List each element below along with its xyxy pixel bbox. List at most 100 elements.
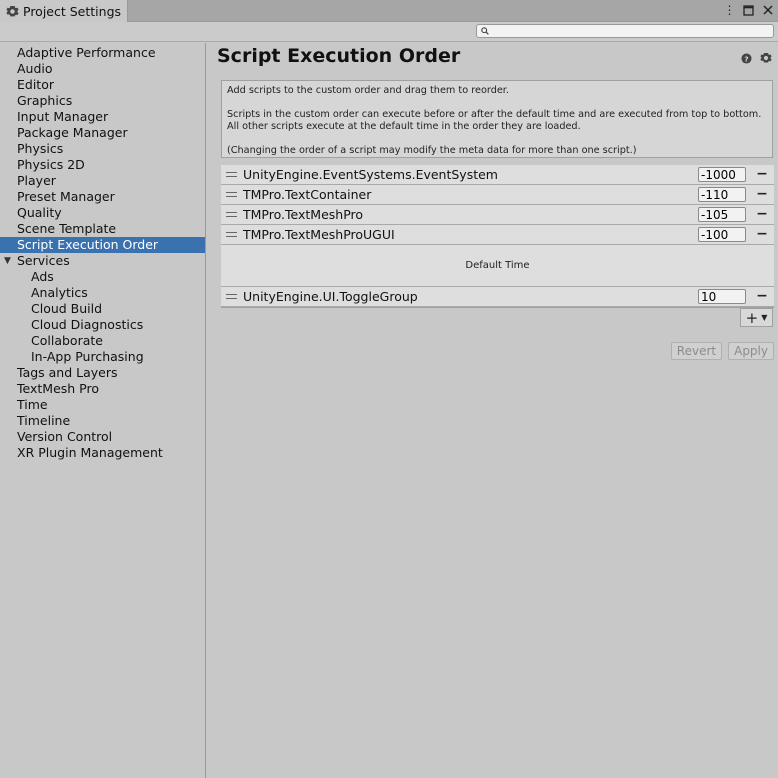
apply-button[interactable]: Apply — [728, 342, 774, 360]
sidebar-item-label: Physics 2D — [17, 157, 85, 172]
gear-icon — [6, 5, 19, 16]
sidebar-item[interactable]: Physics 2D — [0, 157, 205, 173]
sidebar-item[interactable]: Graphics — [0, 93, 205, 109]
search-icon — [481, 27, 489, 35]
sidebar-item-label: Package Manager — [17, 125, 128, 140]
window-controls: ⋮ — [723, 3, 774, 17]
sidebar-item-label: XR Plugin Management — [17, 445, 163, 460]
sidebar-item[interactable]: ▼ Services — [0, 253, 205, 269]
sidebar-item-label: Cloud Build — [31, 301, 103, 316]
script-row[interactable]: UnityEngine.EventSystems.EventSystem − — [221, 165, 774, 185]
sidebar-item[interactable]: Quality — [0, 205, 205, 221]
default-time-label: Default Time — [465, 260, 530, 271]
sidebar-item-label: In-App Purchasing — [31, 349, 144, 364]
footer-buttons: Revert Apply — [670, 342, 774, 360]
sidebar-item[interactable]: Audio — [0, 61, 205, 77]
remove-script-button[interactable]: − — [754, 288, 770, 304]
sidebar-item-label: Preset Manager — [17, 189, 115, 204]
script-name: TMPro.TextMeshProUGUI — [243, 227, 395, 242]
default-time-row: Default Time — [221, 245, 774, 287]
drag-handle-icon[interactable] — [226, 232, 237, 237]
sidebar-item[interactable]: Version Control — [0, 429, 205, 445]
sidebar-item[interactable]: TextMesh Pro — [0, 381, 205, 397]
remove-script-button[interactable]: − — [754, 166, 770, 182]
help-line-2: Scripts in the custom order can execute … — [227, 109, 762, 120]
sidebar-item-label: Analytics — [31, 285, 88, 300]
sidebar-item[interactable]: XR Plugin Management — [0, 445, 205, 461]
dropdown-caret-icon: ▼ — [761, 313, 768, 322]
sidebar-item-label: Graphics — [17, 93, 73, 108]
sidebar-item[interactable]: Player — [0, 173, 205, 189]
execution-order-field[interactable] — [698, 167, 746, 182]
sidebar-item-label: Scene Template — [17, 221, 117, 236]
script-row[interactable]: TMPro.TextMeshPro − — [221, 205, 774, 225]
search-row — [0, 22, 778, 42]
sidebar-item[interactable]: Ads — [0, 269, 205, 285]
sidebar-item[interactable]: Package Manager — [0, 125, 205, 141]
settings-sidebar: Adaptive Performance Audio Editor Graphics I… — [0, 43, 206, 778]
sidebar-item[interactable]: Timeline — [0, 413, 205, 429]
script-order-list: UnityEngine.EventSystems.EventSystem−TMP… — [221, 165, 774, 328]
sidebar-item-label: Editor — [17, 77, 54, 92]
script-row[interactable]: TMPro.TextContainer − — [221, 185, 774, 205]
sidebar-item[interactable]: In-App Purchasing — [0, 349, 205, 365]
sidebar-item[interactable]: Tags and Layers — [0, 365, 205, 381]
help-line-4: (Changing the order of a script may modi… — [227, 145, 637, 156]
sidebar-item-label: Script Execution Order — [17, 237, 159, 252]
help-icon[interactable]: ? — [740, 52, 752, 64]
settings-gear-icon[interactable] — [760, 52, 772, 64]
sidebar-item[interactable]: Cloud Build — [0, 301, 205, 317]
sidebar-item-label: Adaptive Performance — [17, 45, 156, 60]
sidebar-item[interactable]: Script Execution Order — [0, 237, 205, 253]
drag-handle-icon[interactable] — [226, 294, 237, 299]
remove-script-button[interactable]: − — [754, 206, 770, 222]
help-line-3: All other scripts execute at the default… — [227, 121, 581, 132]
execution-order-field[interactable] — [698, 289, 746, 304]
remove-script-button[interactable]: − — [754, 186, 770, 202]
drag-handle-icon[interactable] — [226, 172, 237, 177]
sidebar-item[interactable]: Scene Template — [0, 221, 205, 237]
sidebar-item[interactable]: Time — [0, 397, 205, 413]
close-icon[interactable] — [761, 3, 774, 17]
search-box[interactable] — [476, 24, 774, 38]
sidebar-item-label: TextMesh Pro — [17, 381, 99, 396]
sidebar-item[interactable]: Adaptive Performance — [0, 45, 205, 61]
script-row[interactable]: UnityEngine.UI.ToggleGroup − — [221, 287, 774, 307]
maximize-icon[interactable] — [742, 3, 755, 17]
sidebar-item-label: Player — [17, 173, 56, 188]
expand-arrow-icon[interactable]: ▼ — [4, 253, 11, 269]
remove-script-button[interactable]: − — [754, 226, 770, 242]
sidebar-item-label: Collaborate — [31, 333, 103, 348]
revert-button[interactable]: Revert — [670, 342, 723, 360]
sidebar-item[interactable]: Analytics — [0, 285, 205, 301]
sidebar-item-label: Version Control — [17, 429, 113, 444]
sidebar-item[interactable]: Input Manager — [0, 109, 205, 125]
add-script-button[interactable]: + ▼ — [740, 308, 773, 327]
execution-order-field[interactable] — [698, 187, 746, 202]
execution-order-field[interactable] — [698, 207, 746, 222]
tab-project-settings[interactable]: Project Settings — [0, 0, 128, 22]
svg-text:?: ? — [744, 54, 748, 63]
sidebar-item[interactable]: Physics — [0, 141, 205, 157]
list-footer: + ▼ — [221, 307, 774, 328]
sidebar-item-label: Physics — [17, 141, 64, 156]
sidebar-item[interactable]: Editor — [0, 77, 205, 93]
drag-handle-icon[interactable] — [226, 212, 237, 217]
sidebar-item-label: Cloud Diagnostics — [31, 317, 144, 332]
sidebar-item[interactable]: Preset Manager — [0, 189, 205, 205]
plus-icon: + — [745, 308, 759, 327]
drag-handle-icon[interactable] — [226, 192, 237, 197]
page-title: Script Execution Order — [217, 45, 461, 67]
script-row[interactable]: TMPro.TextMeshProUGUI − — [221, 225, 774, 245]
header-icons: ? — [740, 52, 772, 64]
more-icon[interactable]: ⋮ — [723, 3, 736, 17]
sidebar-item-label: Services — [17, 253, 70, 268]
execution-order-field[interactable] — [698, 227, 746, 242]
sidebar-item[interactable]: Cloud Diagnostics — [0, 317, 205, 333]
sidebar-item-label: Timeline — [17, 413, 71, 428]
script-name: TMPro.TextContainer — [243, 187, 372, 202]
sidebar-item-label: Audio — [17, 61, 53, 76]
help-line-1: Add scripts to the custom order and drag… — [227, 85, 509, 96]
search-input[interactable] — [489, 25, 773, 37]
sidebar-item[interactable]: Collaborate — [0, 333, 205, 349]
